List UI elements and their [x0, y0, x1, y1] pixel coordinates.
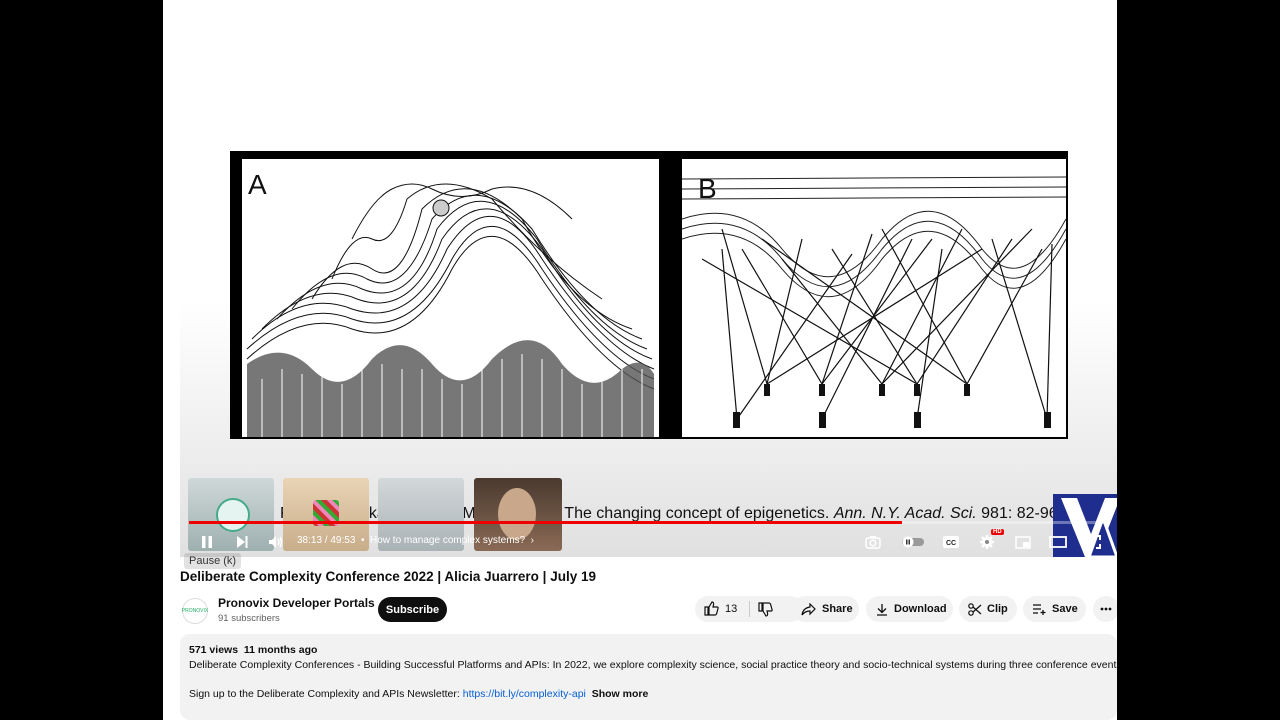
thumbs-up-icon — [704, 601, 719, 616]
newsletter-line: Sign up to the Deliberate Complexity and… — [189, 688, 648, 700]
save-label: Save — [1052, 603, 1078, 615]
theater-mode-button[interactable] — [1046, 528, 1070, 556]
screenshot-button[interactable] — [862, 528, 884, 556]
pause-icon — [202, 536, 212, 548]
settings-icon — [980, 535, 994, 549]
newsletter-link[interactable]: https://bit.ly/complexity-api — [463, 688, 586, 700]
like-dislike-group: 13 — [695, 596, 803, 622]
volume-icon — [269, 536, 283, 548]
clip-label: Clip — [987, 603, 1008, 615]
fullscreen-button[interactable] — [1082, 528, 1104, 556]
citation-journal: Ann. N.Y. Acad. Sci. — [833, 505, 977, 522]
figure-panel-a: A — [242, 159, 659, 437]
time-display: 38:13 / 49:53 • How to manage complex sy… — [297, 535, 534, 546]
channel-name[interactable]: Pronovix Developer Portals — [218, 596, 375, 610]
download-label: Download — [894, 603, 947, 615]
pause-tooltip: Pause (k) — [184, 553, 242, 569]
captions-icon: CC — [943, 536, 959, 548]
fullscreen-icon — [1085, 535, 1101, 549]
hd-badge: HD — [991, 529, 1004, 535]
time-current-duration: 38:13 / 49:53 — [297, 535, 356, 546]
panel-b-label: B — [698, 173, 717, 204]
more-actions-button[interactable] — [1093, 596, 1117, 622]
show-more-button[interactable]: Show more — [592, 688, 649, 700]
settings-button[interactable]: HD — [976, 528, 1004, 556]
more-horizontal-icon — [1100, 607, 1112, 611]
dislike-button[interactable] — [758, 602, 773, 617]
pause-button[interactable] — [196, 528, 218, 556]
slide-figure: A B — [230, 151, 1068, 439]
avatar-text: PRONOVIX — [181, 608, 209, 614]
progress-bar[interactable] — [189, 521, 1106, 524]
autoplay-toggle-icon — [902, 536, 924, 548]
thumbs-down-icon — [758, 602, 773, 617]
captions-button[interactable]: CC — [940, 528, 962, 556]
autoplay-toggle[interactable] — [900, 528, 926, 556]
share-label: Share — [822, 603, 853, 615]
view-count: 571 views — [189, 644, 239, 656]
divider — [749, 601, 750, 617]
miniplayer-button[interactable] — [1012, 528, 1034, 556]
next-button[interactable] — [231, 528, 253, 556]
download-button[interactable]: Download — [866, 596, 953, 622]
next-icon — [237, 536, 248, 548]
video-title: Deliberate Complexity Conference 2022 | … — [180, 569, 596, 584]
subscribe-button[interactable]: Subscribe — [378, 597, 447, 622]
video-page: A B The changing concept of epigenetics.… — [163, 0, 1117, 720]
figure-panel-b: B — [682, 159, 1066, 437]
like-count: 13 — [725, 603, 738, 615]
view-stats: 571 views 11 months ago — [189, 644, 317, 656]
save-button[interactable]: Save — [1023, 596, 1086, 622]
video-player[interactable]: A B The changing concept of epigenetics.… — [180, 0, 1117, 557]
screenshot-icon — [865, 536, 881, 549]
playlist-add-icon — [1033, 604, 1046, 615]
channel-avatar[interactable]: PRONOVIX — [182, 598, 208, 624]
mute-button[interactable] — [265, 528, 287, 556]
share-button[interactable]: Share — [792, 596, 859, 622]
panel-a-label: A — [248, 169, 267, 200]
scissors-icon — [968, 602, 982, 616]
player-controls: 38:13 / 49:53 • How to manage complex sy… — [180, 528, 1117, 556]
subscriber-count: 91 subscribers — [218, 613, 280, 624]
download-icon — [877, 603, 887, 616]
svg-text:CC: CC — [946, 540, 956, 547]
clip-button[interactable]: Clip — [959, 596, 1017, 622]
theater-icon — [1049, 536, 1067, 548]
chapter-title[interactable]: How to manage complex systems? — [370, 535, 525, 546]
share-icon — [801, 602, 816, 615]
description-text: Deliberate Complexity Conferences - Buil… — [189, 659, 1117, 671]
progress-played — [189, 521, 902, 524]
description-box[interactable]: 571 views 11 months ago Deliberate Compl… — [180, 634, 1117, 720]
upload-age: 11 months ago — [243, 644, 318, 656]
chevron-right-icon: › — [530, 535, 534, 546]
miniplayer-icon — [1015, 535, 1031, 549]
newsletter-label: Sign up to the Deliberate Complexity and… — [189, 688, 463, 700]
like-button[interactable] — [704, 601, 719, 616]
